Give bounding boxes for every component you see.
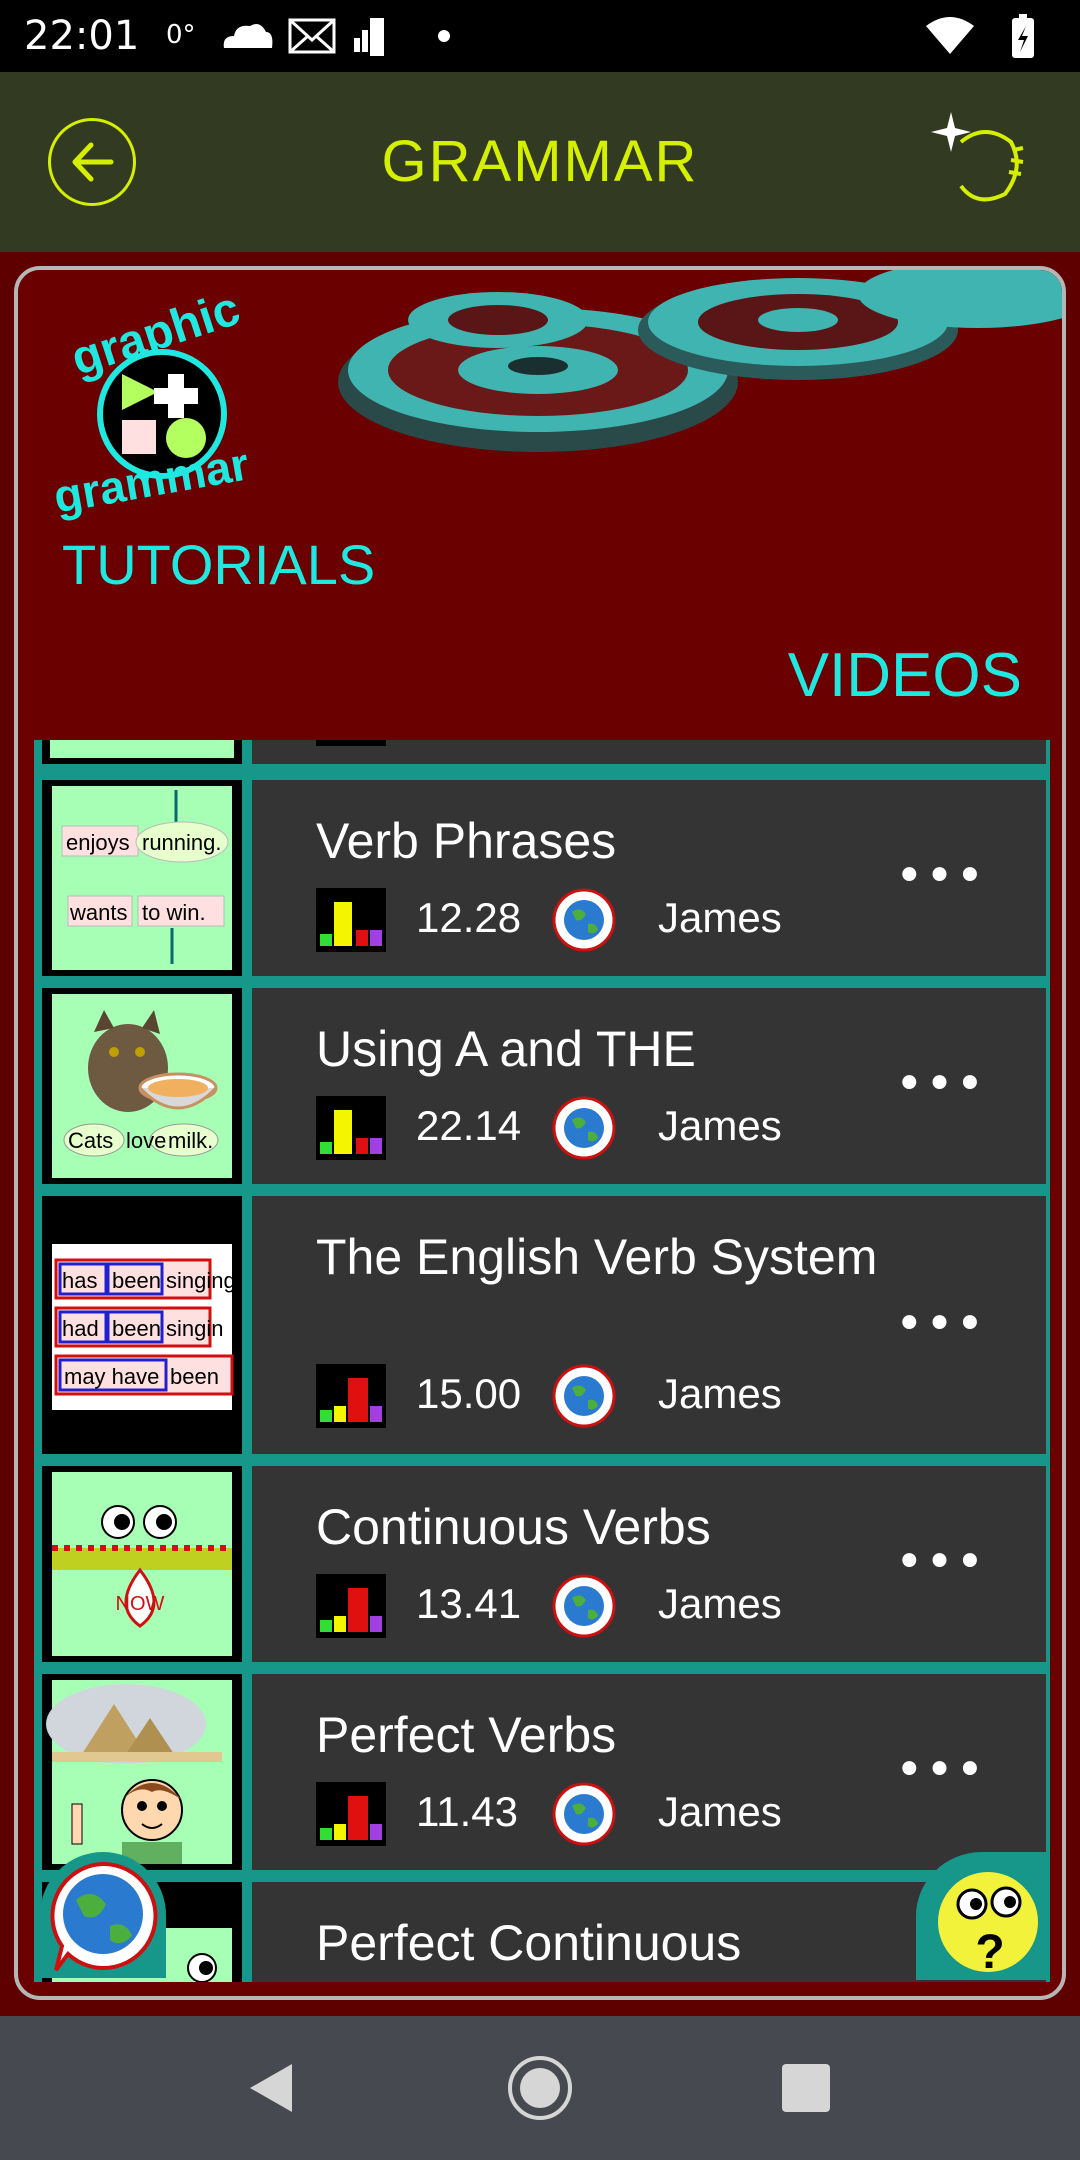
svg-text:running.: running. (142, 830, 222, 855)
video-title: The English Verb System (316, 1229, 878, 1285)
video-duration: 15.00 (416, 1370, 522, 1417)
video-author: James (658, 1370, 782, 1417)
sparkle-loop-icon (931, 112, 1024, 202)
page-title: GRAMMAR (381, 129, 699, 194)
triangle-back-icon[interactable] (240, 2056, 304, 2120)
circle-home-icon[interactable] (506, 2054, 574, 2122)
video-title: Verb Phrases (316, 813, 617, 869)
content-panel: graphic grammar TUTORIALS VIDEOS enjoys … (14, 266, 1066, 2000)
settings-button[interactable] (925, 108, 1041, 218)
mail-icon (288, 18, 336, 54)
tutorials-label: TUTORIALS (62, 533, 376, 596)
video-card[interactable] (252, 740, 1046, 764)
video-duration: 13.41 (416, 1580, 522, 1627)
video-card[interactable]: Verb Phrases 12.28 James ••• (252, 780, 1046, 976)
video-card[interactable]: Using A and THE 22.14 James ••• (252, 988, 1046, 1184)
dot-icon (438, 30, 450, 42)
video-title: Continuous Verbs (316, 1499, 711, 1555)
battery-charging-icon (1012, 14, 1034, 58)
video-title: Perfect Verbs (316, 1707, 617, 1763)
verb-phrases-thumbnail: enjoys running. wants to win. (42, 780, 242, 976)
globe-icon (552, 1574, 616, 1638)
globe-speech-icon (50, 1861, 158, 1972)
svg-text:been: been (112, 1316, 161, 1341)
more-options-button[interactable]: ••• (895, 1746, 986, 1794)
continuous-verbs-thumbnail: NOW (42, 1466, 242, 1662)
video-card[interactable]: Perfect Verbs 11.43 James ••• (252, 1674, 1046, 1870)
level-intermediate-icon (316, 1096, 386, 1160)
status-time: 22:01 (24, 13, 140, 59)
perfect-verbs-thumbnail (42, 1674, 242, 1870)
list-item[interactable] (42, 740, 1046, 764)
video-author: James (658, 894, 782, 941)
level-advanced-icon (316, 1574, 386, 1638)
svg-text:singing: singing (166, 1268, 236, 1293)
system-nav-bar (0, 2016, 1080, 2160)
video-card[interactable]: The English Verb System 15.00 James ••• (252, 1196, 1046, 1454)
video-title: Perfect Continuous (316, 1915, 742, 1971)
more-options-button[interactable]: ••• (895, 1060, 986, 1108)
status-bar: 22:01 0° (0, 0, 1080, 72)
video-author: James (658, 1102, 782, 1149)
square-recents-icon[interactable] (782, 2064, 830, 2112)
svg-text:Cats: Cats (68, 1128, 113, 1153)
status-temperature: 0° (166, 20, 196, 50)
list-item[interactable]: has been singing had been singin may hav… (42, 1196, 1046, 1454)
svg-text:been: been (112, 1268, 161, 1293)
language-button[interactable] (40, 1852, 166, 1978)
status-right-icons (926, 14, 1034, 58)
signal-bars-icon (354, 18, 384, 56)
svg-text:NOW: NOW (116, 1593, 165, 1615)
svg-text:enjoys: enjoys (66, 830, 130, 855)
video-duration: 11.43 (416, 1788, 518, 1835)
list-item[interactable]: Cats love milk. Using A and THE 22.14 Ja… (42, 988, 1046, 1184)
list-item[interactable]: Perfect Verbs 11.43 James ••• (42, 1674, 1046, 1870)
svg-text:has: has (62, 1268, 97, 1293)
level-advanced-icon (316, 1364, 386, 1428)
svg-text:?: ? (975, 1926, 1004, 1979)
svg-text:had: had (62, 1316, 99, 1341)
svg-text:singin: singin (166, 1316, 223, 1341)
list-item[interactable]: Perfect Continuous (42, 1882, 1046, 1982)
video-duration: 22.14 (416, 1102, 522, 1149)
cloud-icon (223, 24, 273, 48)
wifi-icon (926, 17, 974, 54)
video-author: James (658, 1788, 782, 1835)
level-intermediate-icon (316, 888, 386, 952)
video-title: Using A and THE (316, 1021, 696, 1077)
svg-text:been: been (170, 1364, 219, 1389)
verb-system-thumbnail: has been singing had been singin may hav… (42, 1196, 242, 1454)
svg-text:to win.: to win. (142, 900, 206, 925)
app-bar: GRAMMAR (0, 72, 1080, 252)
videos-label: VIDEOS (787, 641, 1022, 710)
svg-text:love: love (126, 1128, 166, 1153)
list-item[interactable]: enjoys running. wants to win. Verb Phras… (42, 780, 1046, 976)
svg-text:may have: may have (64, 1364, 159, 1389)
globe-icon (552, 888, 616, 952)
globe-icon (552, 1364, 616, 1428)
video-card[interactable]: Continuous Verbs 13.41 James ••• (252, 1466, 1046, 1662)
list-item[interactable]: NOW Continuous Verbs 13.41 James ••• (42, 1466, 1046, 1662)
status-left-icons (223, 18, 450, 56)
more-options-button[interactable]: ••• (895, 852, 986, 900)
video-duration: 12.28 (416, 894, 522, 941)
question-face-icon: ? (938, 1872, 1038, 1979)
globe-icon (552, 1096, 616, 1160)
video-author: James (658, 1580, 782, 1627)
globe-icon (552, 1782, 616, 1846)
thumbnail (42, 740, 242, 764)
help-button[interactable]: ? (916, 1852, 1048, 1980)
more-options-button[interactable]: ••• (895, 1300, 986, 1348)
video-list[interactable]: enjoys running. wants to win. Verb Phras… (34, 740, 1050, 1982)
cat-milk-thumbnail: Cats love milk. (42, 988, 242, 1184)
level-advanced-icon (316, 1782, 386, 1846)
more-options-button[interactable]: ••• (895, 1538, 986, 1586)
svg-text:wants: wants (69, 900, 127, 925)
svg-text:milk.: milk. (168, 1128, 213, 1153)
